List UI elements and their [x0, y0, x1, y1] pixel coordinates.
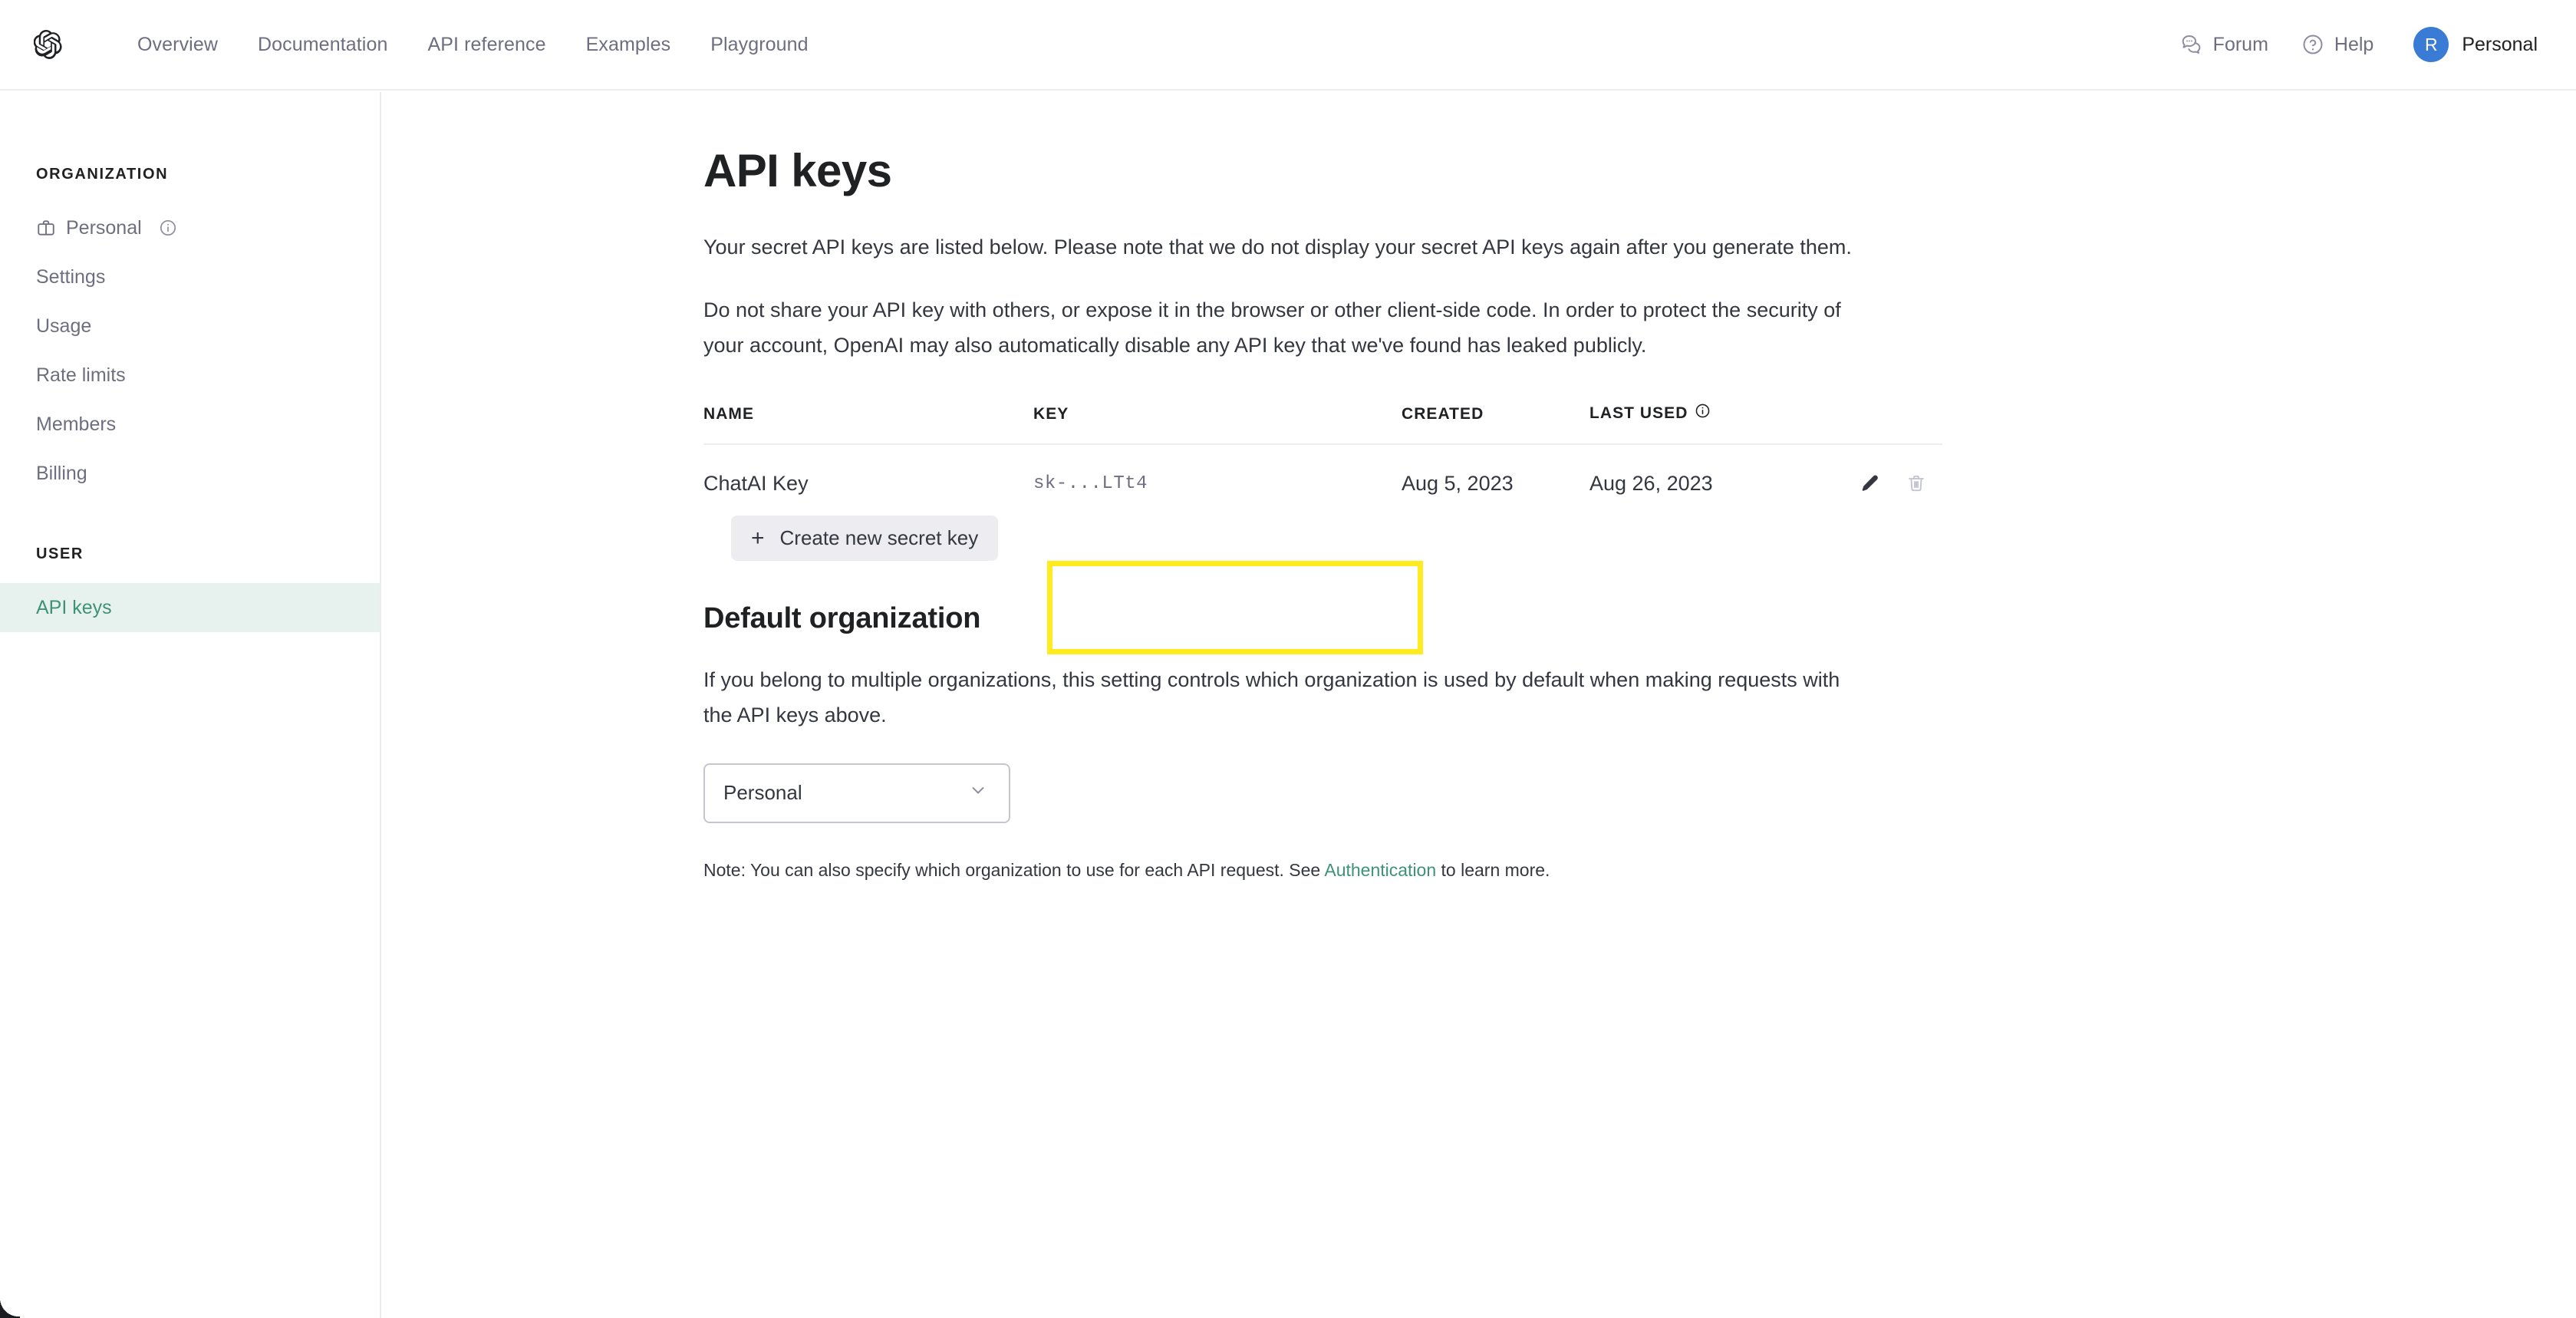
table-header-row: NAME KEY CREATED LAST USED	[703, 403, 1942, 445]
edit-pencil-icon[interactable]	[1855, 468, 1886, 499]
create-button-label: Create new secret key	[779, 526, 979, 550]
forum-label: Forum	[2212, 33, 2268, 55]
info-icon[interactable]	[159, 219, 177, 237]
column-header-name: NAME	[703, 405, 755, 423]
cell-actions	[1804, 444, 1942, 511]
chevron-down-icon	[967, 779, 989, 806]
column-header-actions	[1804, 403, 1942, 444]
nav-item-documentation[interactable]: Documentation	[238, 35, 407, 54]
sidebar-item-label: Settings	[36, 265, 106, 288]
nav-item-examples[interactable]: Examples	[566, 35, 691, 54]
sidebar-item-label: Members	[36, 413, 117, 435]
default-organization-title: Default organization	[703, 602, 981, 635]
create-new-secret-key-button[interactable]: + Create new secret key	[731, 516, 999, 562]
nav-item-api-reference[interactable]: API reference	[407, 35, 565, 54]
column-header-created: CREATED	[1402, 405, 1484, 423]
primary-nav: Overview Documentation API reference Exa…	[137, 35, 828, 54]
authentication-note: Note: You can also specify which organiz…	[703, 857, 1917, 884]
info-icon[interactable]	[1695, 403, 1711, 423]
nav-item-overview[interactable]: Overview	[137, 35, 238, 54]
cell-key-value: sk-...LTt4	[1033, 473, 1148, 494]
sidebar-heading-organization: ORGANIZATION	[36, 166, 169, 183]
cell-created: Aug 5, 2023	[1402, 471, 1514, 495]
openai-logo-icon[interactable]	[34, 30, 63, 59]
sidebar-item-settings[interactable]: Settings	[0, 252, 380, 301]
sidebar-item-rate-limits[interactable]: Rate limits	[0, 351, 380, 400]
header-right-group: Forum Help R Personal	[2180, 27, 2538, 62]
sidebar-item-personal[interactable]: Personal	[0, 203, 380, 252]
nav-item-playground[interactable]: Playground	[690, 35, 828, 54]
sidebar-item-label: Billing	[36, 462, 87, 484]
page-title: API keys	[703, 145, 892, 196]
sidebar-item-members[interactable]: Members	[0, 400, 380, 449]
sidebar-item-label: API keys	[36, 596, 112, 618]
sidebar-item-label: Usage	[36, 315, 92, 337]
account-menu[interactable]: R Personal	[2413, 27, 2538, 62]
intro-paragraph-2: Do not share your API key with others, o…	[703, 298, 1841, 357]
column-header-key: KEY	[1033, 405, 1069, 423]
column-header-last-used-label: LAST USED	[1589, 404, 1688, 422]
forum-link[interactable]: Forum	[2180, 33, 2268, 56]
sidebar-item-label: Personal	[66, 216, 142, 239]
top-header: Overview Documentation API reference Exa…	[0, 0, 2576, 91]
table-head: NAME KEY CREATED LAST USED	[703, 403, 1942, 445]
default-organization-description: If you belong to multiple organizations,…	[703, 668, 1840, 727]
default-organization-selected-value: Personal	[723, 781, 802, 805]
content-column: API keys Your secret API keys are listed…	[383, 92, 1942, 884]
question-circle-icon	[2301, 33, 2324, 56]
api-keys-table: NAME KEY CREATED LAST USED ChatAI Key sk…	[703, 403, 1942, 511]
default-organization-select[interactable]: Personal	[703, 763, 1010, 823]
avatar: R	[2413, 27, 2449, 62]
delete-trash-icon[interactable]	[1901, 468, 1932, 499]
cell-last-used: Aug 26, 2023	[1589, 471, 1713, 495]
account-name: Personal	[2462, 33, 2538, 55]
chat-bubble-icon	[2180, 33, 2203, 56]
help-link[interactable]: Help	[2301, 33, 2373, 56]
main-content: API keys Your secret API keys are listed…	[383, 92, 2576, 1318]
sidebar: ORGANIZATION Personal Settings Usage Rat…	[0, 92, 381, 1318]
table-row: ChatAI Key sk-...LTt4 Aug 5, 2023 Aug 26…	[703, 444, 1942, 511]
api-keys-page: Overview Documentation API reference Exa…	[0, 0, 2576, 1318]
cell-key-name: ChatAI Key	[703, 471, 809, 495]
sidebar-heading-user: USER	[36, 545, 84, 562]
help-label: Help	[2334, 33, 2374, 55]
intro-paragraph-1: Your secret API keys are listed below. P…	[703, 236, 1852, 259]
briefcase-icon	[36, 218, 56, 238]
sidebar-item-usage[interactable]: Usage	[0, 301, 380, 351]
sidebar-item-label: Rate limits	[36, 364, 126, 386]
authentication-link[interactable]: Authentication	[1324, 860, 1436, 880]
column-header-last-used: LAST USED	[1589, 403, 1804, 444]
note-prefix: Note: You can also specify which organiz…	[703, 859, 1325, 880]
sidebar-item-billing[interactable]: Billing	[0, 449, 380, 498]
table-body: ChatAI Key sk-...LTt4 Aug 5, 2023 Aug 26…	[703, 444, 1942, 511]
note-suffix: to learn more.	[1436, 859, 1550, 880]
sidebar-item-api-keys[interactable]: API keys	[0, 583, 380, 632]
plus-icon: +	[751, 525, 765, 551]
create-key-row: + Create new secret key	[703, 516, 1917, 562]
